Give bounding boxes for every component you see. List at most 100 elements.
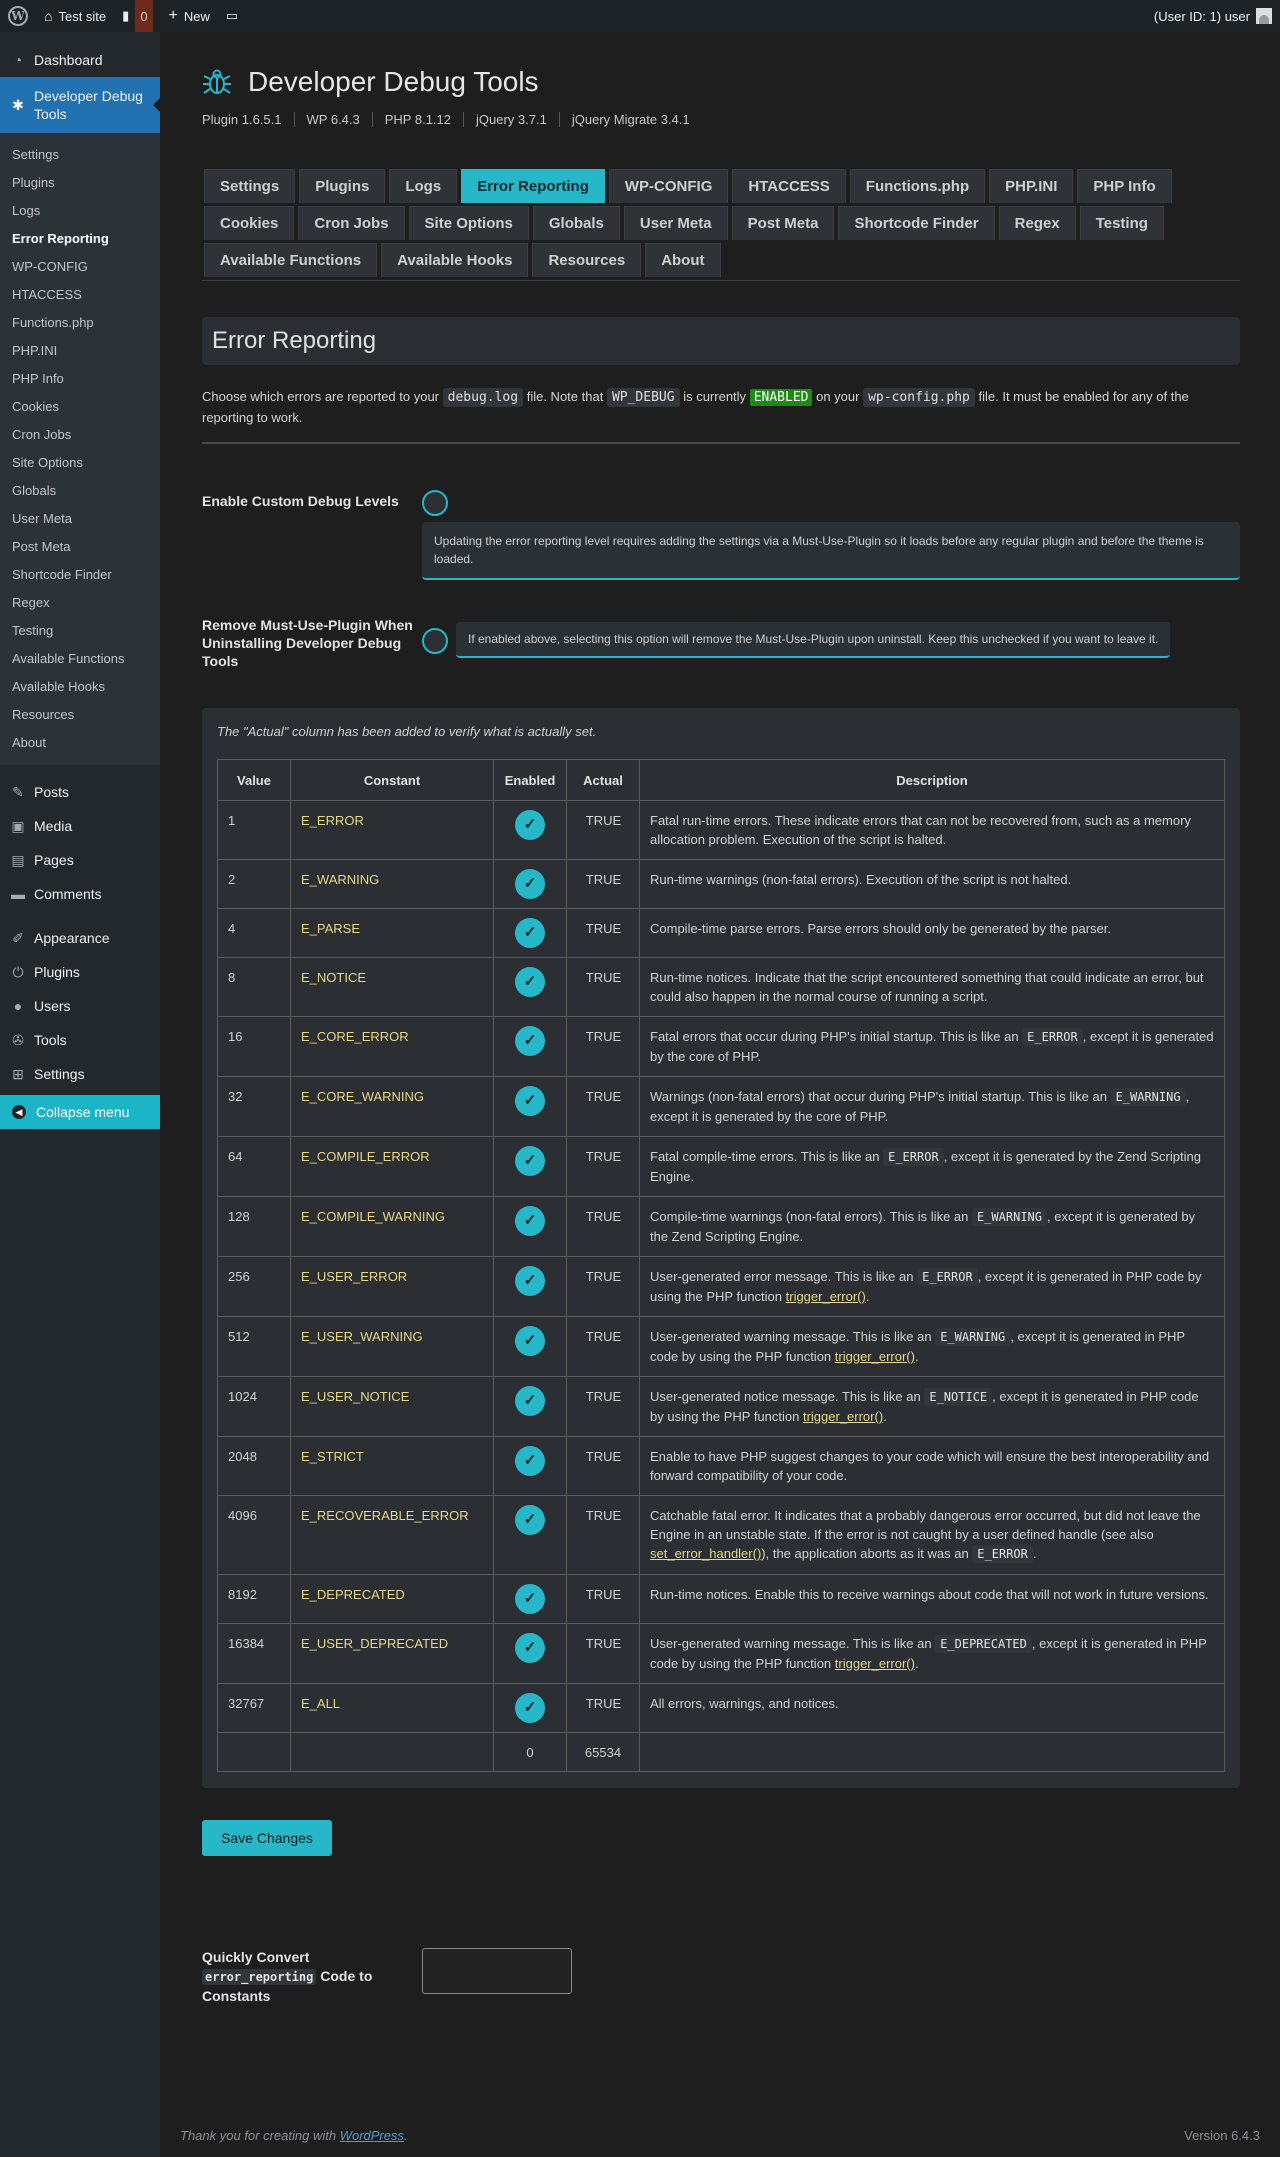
enabled-checkbox[interactable]: ✓ [515, 1693, 545, 1723]
enabled-checkbox[interactable]: ✓ [515, 1086, 545, 1116]
save-changes-button[interactable]: Save Changes [202, 1820, 332, 1856]
cell-constant: E_RECOVERABLE_ERROR [290, 1495, 494, 1575]
menu-media[interactable]: ▣ Media [0, 809, 160, 843]
menu-appearance[interactable]: ✐ Appearance [0, 921, 160, 955]
footer-text: Thank you for creating with [180, 2128, 337, 2143]
tab-php-info[interactable]: PHP Info [1077, 169, 1172, 203]
remove-mu-toggle[interactable] [422, 628, 448, 654]
submenu-item-testing[interactable]: Testing [0, 617, 160, 645]
collapse-menu-button[interactable]: ◀ Collapse menu [0, 1095, 160, 1129]
tab-functions-php[interactable]: Functions.php [849, 169, 986, 203]
code-constant: E_WARNING [935, 1328, 1011, 1346]
comments-link[interactable]: ▮ 0 [114, 0, 153, 32]
submenu-item-resources[interactable]: Resources [0, 701, 160, 729]
submenu-item-wp-config[interactable]: WP-CONFIG [0, 253, 160, 281]
tab-error-reporting[interactable]: Error Reporting [461, 169, 605, 203]
tab-about[interactable]: About [645, 243, 721, 277]
function-link[interactable]: set_error_handler() [650, 1546, 761, 1561]
cell-actual: TRUE [566, 957, 640, 1017]
tab-cookies[interactable]: Cookies [204, 206, 295, 240]
submenu-item-user-meta[interactable]: User Meta [0, 505, 160, 533]
function-link[interactable]: trigger_error() [835, 1656, 915, 1671]
menu-posts[interactable]: ✎ Posts [0, 775, 160, 809]
menu-plugins[interactable]: ⏻ Plugins [0, 955, 160, 989]
submenu-item-available-functions[interactable]: Available Functions [0, 645, 160, 673]
submenu-item-php-ini[interactable]: PHP.INI [0, 337, 160, 365]
function-link[interactable]: trigger_error() [835, 1349, 915, 1364]
enabled-checkbox[interactable]: ✓ [515, 1266, 545, 1296]
enabled-checkbox[interactable]: ✓ [515, 869, 545, 899]
my-account[interactable]: (User ID: 1) user [1154, 8, 1280, 24]
enabled-checkbox[interactable]: ✓ [515, 1326, 545, 1356]
tab-available-functions[interactable]: Available Functions [204, 243, 378, 277]
custom-levels-toggle[interactable] [422, 490, 448, 516]
tab-resources[interactable]: Resources [532, 243, 642, 277]
tab-regex[interactable]: Regex [998, 206, 1076, 240]
submenu-item-about[interactable]: About [0, 729, 160, 757]
enabled-checkbox[interactable]: ✓ [515, 1386, 545, 1416]
wordpress-link[interactable]: WordPress [340, 2128, 404, 2143]
wp-logo-menu[interactable]: W [0, 0, 36, 32]
enabled-checkbox[interactable]: ✓ [515, 1584, 545, 1614]
enabled-checkbox[interactable]: ✓ [515, 1146, 545, 1176]
function-link[interactable]: trigger_error() [803, 1409, 883, 1424]
tab-globals[interactable]: Globals [532, 206, 620, 240]
submenu-item-cron-jobs[interactable]: Cron Jobs [0, 421, 160, 449]
tab-post-meta[interactable]: Post Meta [731, 206, 835, 240]
submenu-item-error-reporting[interactable]: Error Reporting [0, 225, 160, 253]
submenu-item-regex[interactable]: Regex [0, 589, 160, 617]
new-content-link[interactable]: + New [161, 0, 218, 32]
convert-input[interactable] [422, 1948, 572, 1994]
tab-user-meta[interactable]: User Meta [623, 206, 728, 240]
description-text: Fatal compile-time errors. This is like … [650, 1149, 884, 1164]
menu-tools[interactable]: ✇ Tools [0, 1023, 160, 1057]
tab-cron-jobs[interactable]: Cron Jobs [298, 206, 405, 240]
tab-plugins[interactable]: Plugins [299, 169, 386, 203]
main-content: Developer Debug Tools Plugin 1.6.5.1 WP 6… [202, 32, 1240, 2006]
menu-developer-debug-tools[interactable]: ✱ Developer Debug Tools [0, 77, 160, 133]
tab-wp-config[interactable]: WP-CONFIG [608, 169, 729, 203]
enabled-checkbox[interactable]: ✓ [515, 1026, 545, 1056]
book-icon[interactable]: ▭ [218, 0, 246, 32]
submenu-item-globals[interactable]: Globals [0, 477, 160, 505]
cell-constant: E_COMPILE_ERROR [290, 1136, 494, 1197]
tab-htaccess[interactable]: HTACCESS [732, 169, 846, 203]
tab-php-ini[interactable]: PHP.INI [989, 169, 1074, 203]
tab-shortcode-finder[interactable]: Shortcode Finder [838, 206, 995, 240]
tab-site-options[interactable]: Site Options [408, 206, 529, 240]
tab-logs[interactable]: Logs [389, 169, 458, 203]
submenu-item-shortcode-finder[interactable]: Shortcode Finder [0, 561, 160, 589]
enabled-checkbox[interactable]: ✓ [515, 1446, 545, 1476]
menu-settings[interactable]: ⊞ Settings [0, 1057, 160, 1091]
cell-value: 256 [217, 1256, 291, 1317]
tab-available-hooks[interactable]: Available Hooks [381, 243, 529, 277]
submenu-item-logs[interactable]: Logs [0, 197, 160, 225]
tab-testing[interactable]: Testing [1079, 206, 1164, 240]
function-link[interactable]: trigger_error() [786, 1289, 866, 1304]
submenu-item-htaccess[interactable]: HTACCESS [0, 281, 160, 309]
submenu-item-php-info[interactable]: PHP Info [0, 365, 160, 393]
tab-settings[interactable]: Settings [204, 169, 296, 203]
enabled-checkbox[interactable]: ✓ [515, 1505, 545, 1535]
enabled-checkbox[interactable]: ✓ [515, 1206, 545, 1236]
version-item: PHP 8.1.12 [385, 112, 465, 127]
totals-row: 0 65534 [217, 1732, 1225, 1772]
submenu-item-site-options[interactable]: Site Options [0, 449, 160, 477]
enabled-checkbox[interactable]: ✓ [515, 810, 545, 840]
submenu-item-cookies[interactable]: Cookies [0, 393, 160, 421]
submenu-item-post-meta[interactable]: Post Meta [0, 533, 160, 561]
enabled-checkbox[interactable]: ✓ [515, 967, 545, 997]
enabled-checkbox[interactable]: ✓ [515, 1633, 545, 1663]
menu-pages[interactable]: ▤ Pages [0, 843, 160, 877]
enabled-checkbox[interactable]: ✓ [515, 918, 545, 948]
submenu-item-functions-php[interactable]: Functions.php [0, 309, 160, 337]
submenu-item-available-hooks[interactable]: Available Hooks [0, 673, 160, 701]
submenu-item-plugins[interactable]: Plugins [0, 169, 160, 197]
description-text: User-generated notice message. This is l… [650, 1389, 925, 1404]
site-name-link[interactable]: ⌂ Test site [36, 0, 114, 32]
cell-actual: TRUE [566, 1623, 640, 1684]
menu-users[interactable]: ● Users [0, 989, 160, 1023]
submenu-item-settings[interactable]: Settings [0, 141, 160, 169]
menu-dashboard[interactable]: ◔ Dashboard [0, 43, 160, 77]
menu-comments[interactable]: ▬ Comments [0, 877, 160, 911]
